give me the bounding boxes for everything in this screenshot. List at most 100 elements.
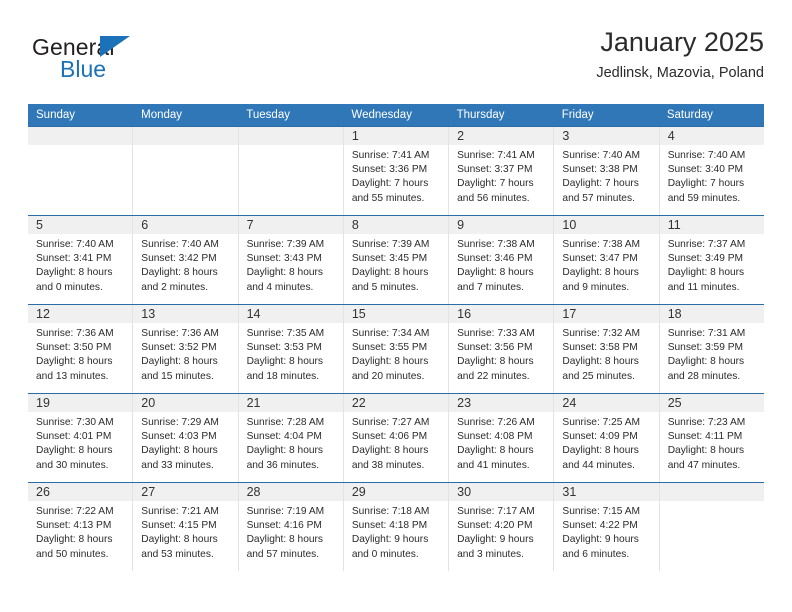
day-cell[interactable]: 23 Sunrise: 7:26 AM Sunset: 4:08 PM Dayl…: [449, 394, 555, 482]
sunset-text: Sunset: 4:20 PM: [457, 520, 533, 532]
day-number-band: 24: [554, 394, 659, 412]
daylight-text-line1: Daylight: 8 hours: [36, 534, 113, 546]
sunset-text: Sunset: 4:22 PM: [562, 520, 638, 532]
daylight-text-line2: and 36 minutes.: [246, 459, 320, 471]
day-cell[interactable]: 19 Sunrise: 7:30 AM Sunset: 4:01 PM Dayl…: [28, 394, 134, 482]
daylight-text-line2: and 0 minutes.: [36, 281, 103, 293]
day-number-band: [238, 127, 343, 145]
day-cell[interactable]: [133, 127, 239, 215]
day-cell[interactable]: 14 Sunrise: 7:35 AM Sunset: 3:53 PM Dayl…: [238, 305, 344, 393]
day-number-band: 20: [133, 394, 238, 412]
day-cell[interactable]: 2 Sunrise: 7:41 AM Sunset: 3:37 PM Dayli…: [449, 127, 555, 215]
sunset-text: Sunset: 3:59 PM: [667, 342, 744, 354]
sunset-text: Sunset: 4:15 PM: [141, 520, 217, 532]
day-cell[interactable]: 18 Sunrise: 7:31 AM Sunset: 3:59 PM Dayl…: [659, 305, 764, 393]
title-block: January 2025 Jedlinsk, Mazovia, Poland: [596, 26, 764, 82]
day-cell[interactable]: 5 Sunrise: 7:40 AM Sunset: 3:41 PM Dayli…: [28, 216, 134, 304]
daylight-text-line2: and 3 minutes.: [457, 548, 524, 560]
day-info: Sunrise: 7:40 AM Sunset: 3:38 PM Dayligh…: [554, 145, 658, 206]
day-number: 27: [141, 485, 156, 499]
day-cell[interactable]: 9 Sunrise: 7:38 AM Sunset: 3:46 PM Dayli…: [449, 216, 555, 304]
daylight-text-line2: and 57 minutes.: [246, 548, 320, 560]
day-info: Sunrise: 7:37 AM Sunset: 3:49 PM Dayligh…: [660, 234, 764, 295]
day-cell[interactable]: 26 Sunrise: 7:22 AM Sunset: 4:13 PM Dayl…: [28, 483, 134, 571]
calendar-page: General Blue January 2025 Jedlinsk, Mazo…: [0, 0, 792, 612]
day-info: Sunrise: 7:15 AM Sunset: 4:22 PM Dayligh…: [554, 501, 658, 562]
day-cell[interactable]: 4 Sunrise: 7:40 AM Sunset: 3:40 PM Dayli…: [659, 127, 764, 215]
day-cell[interactable]: 10 Sunrise: 7:38 AM Sunset: 3:47 PM Dayl…: [554, 216, 660, 304]
page-header: General Blue January 2025 Jedlinsk, Mazo…: [28, 26, 764, 92]
day-number-band: 5: [28, 216, 133, 234]
day-number-band: 28: [238, 483, 343, 501]
day-cell[interactable]: 24 Sunrise: 7:25 AM Sunset: 4:09 PM Dayl…: [554, 394, 660, 482]
day-info: Sunrise: 7:41 AM Sunset: 3:37 PM Dayligh…: [449, 145, 553, 206]
weekday-monday: Monday: [141, 109, 183, 121]
day-cell[interactable]: 30 Sunrise: 7:17 AM Sunset: 4:20 PM Dayl…: [449, 483, 555, 571]
day-cell[interactable]: 21 Sunrise: 7:28 AM Sunset: 4:04 PM Dayl…: [238, 394, 344, 482]
day-cell[interactable]: 20 Sunrise: 7:29 AM Sunset: 4:03 PM Dayl…: [133, 394, 239, 482]
sunrise-text: Sunrise: 7:39 AM: [351, 239, 430, 250]
week-row: 1 Sunrise: 7:41 AM Sunset: 3:36 PM Dayli…: [28, 126, 764, 215]
day-cell[interactable]: 31 Sunrise: 7:15 AM Sunset: 4:22 PM Dayl…: [554, 483, 660, 571]
sunset-text: Sunset: 4:18 PM: [351, 520, 428, 532]
daylight-text-line1: Daylight: 8 hours: [141, 356, 218, 368]
day-cell[interactable]: 25 Sunrise: 7:23 AM Sunset: 4:11 PM Dayl…: [659, 394, 764, 482]
day-number: 14: [246, 307, 261, 321]
day-number-band: 14: [238, 305, 343, 323]
sunset-text: Sunset: 4:16 PM: [246, 520, 322, 532]
day-number-band: 7: [238, 216, 343, 234]
weekday-header-row: Sunday Monday Tuesday Wednesday Thursday…: [28, 104, 764, 126]
sunset-text: Sunset: 4:09 PM: [562, 431, 638, 443]
day-cell[interactable]: 3 Sunrise: 7:40 AM Sunset: 3:38 PM Dayli…: [554, 127, 660, 215]
sunset-text: Sunset: 3:36 PM: [351, 164, 428, 176]
daylight-text-line1: Daylight: 8 hours: [141, 534, 218, 546]
day-number-band: 30: [449, 483, 554, 501]
day-cell[interactable]: 11 Sunrise: 7:37 AM Sunset: 3:49 PM Dayl…: [659, 216, 764, 304]
sunrise-text: Sunrise: 7:34 AM: [351, 328, 430, 339]
day-info: Sunrise: 7:39 AM Sunset: 3:45 PM Dayligh…: [344, 234, 448, 295]
sunset-text: Sunset: 4:11 PM: [667, 431, 743, 443]
day-number: 5: [36, 218, 43, 232]
calendar-grid: Sunday Monday Tuesday Wednesday Thursday…: [28, 104, 764, 571]
day-number-band: 31: [554, 483, 659, 501]
day-cell[interactable]: 8 Sunrise: 7:39 AM Sunset: 3:45 PM Dayli…: [343, 216, 450, 304]
daylight-text-line1: Daylight: 9 hours: [562, 534, 639, 546]
day-cell[interactable]: [238, 127, 344, 215]
daylight-text-line1: Daylight: 8 hours: [667, 356, 745, 368]
day-cell[interactable]: 29 Sunrise: 7:18 AM Sunset: 4:18 PM Dayl…: [343, 483, 450, 571]
day-cell[interactable]: 22 Sunrise: 7:27 AM Sunset: 4:06 PM Dayl…: [343, 394, 450, 482]
sunrise-text: Sunrise: 7:27 AM: [351, 417, 430, 428]
day-info: Sunrise: 7:41 AM Sunset: 3:36 PM Dayligh…: [344, 145, 448, 206]
daylight-text-line2: and 9 minutes.: [562, 281, 630, 293]
day-cell[interactable]: 16 Sunrise: 7:33 AM Sunset: 3:56 PM Dayl…: [449, 305, 555, 393]
day-cell[interactable]: [28, 127, 134, 215]
day-cell[interactable]: 15 Sunrise: 7:34 AM Sunset: 3:55 PM Dayl…: [343, 305, 450, 393]
day-number-band: 6: [133, 216, 238, 234]
day-cell[interactable]: [659, 483, 764, 571]
daylight-text-line1: Daylight: 8 hours: [562, 356, 639, 368]
sunset-text: Sunset: 3:43 PM: [246, 253, 322, 265]
daylight-text-line2: and 11 minutes.: [667, 281, 740, 293]
sunset-text: Sunset: 3:37 PM: [457, 164, 533, 176]
sunrise-text: Sunrise: 7:35 AM: [246, 328, 325, 339]
day-cell[interactable]: 6 Sunrise: 7:40 AM Sunset: 3:42 PM Dayli…: [133, 216, 239, 304]
week-row: 12 Sunrise: 7:36 AM Sunset: 3:50 PM Dayl…: [28, 304, 764, 393]
daylight-text-line1: Daylight: 7 hours: [667, 178, 745, 190]
day-cell[interactable]: 27 Sunrise: 7:21 AM Sunset: 4:15 PM Dayl…: [133, 483, 239, 571]
day-cell[interactable]: 7 Sunrise: 7:39 AM Sunset: 3:43 PM Dayli…: [238, 216, 344, 304]
day-cell[interactable]: 12 Sunrise: 7:36 AM Sunset: 3:50 PM Dayl…: [28, 305, 134, 393]
daylight-text-line1: Daylight: 8 hours: [246, 267, 324, 279]
sunrise-text: Sunrise: 7:40 AM: [141, 239, 219, 250]
daylight-text-line2: and 25 minutes.: [562, 370, 635, 382]
day-number-band: 16: [449, 305, 554, 323]
day-cell[interactable]: 17 Sunrise: 7:32 AM Sunset: 3:58 PM Dayl…: [554, 305, 660, 393]
day-cell[interactable]: 1 Sunrise: 7:41 AM Sunset: 3:36 PM Dayli…: [343, 127, 450, 215]
day-number: 10: [562, 218, 577, 232]
day-cell[interactable]: 28 Sunrise: 7:19 AM Sunset: 4:16 PM Dayl…: [238, 483, 344, 571]
daylight-text-line2: and 13 minutes.: [36, 370, 109, 382]
daylight-text-line2: and 38 minutes.: [351, 459, 425, 471]
daylight-text-line2: and 7 minutes.: [457, 281, 524, 293]
brand-logo[interactable]: General Blue: [32, 34, 192, 86]
daylight-text-line1: Daylight: 8 hours: [36, 267, 113, 279]
day-cell[interactable]: 13 Sunrise: 7:36 AM Sunset: 3:52 PM Dayl…: [133, 305, 239, 393]
